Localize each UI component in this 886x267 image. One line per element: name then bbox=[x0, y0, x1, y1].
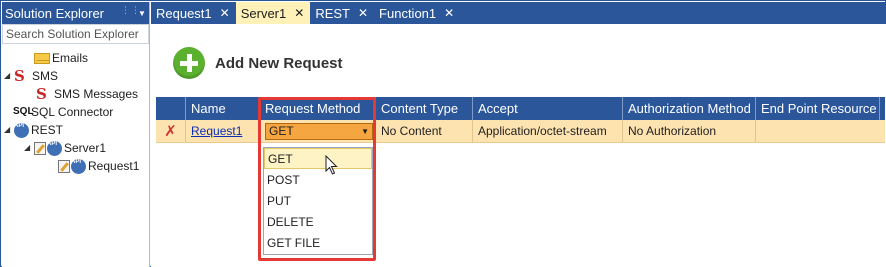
tab-label: Function1 bbox=[379, 5, 437, 21]
app-window: Solution Explorer ⋮⋮ ▼ Emails ◢ S SMS S … bbox=[0, 0, 886, 267]
cell-accept[interactable]: Application/octet-stream bbox=[473, 120, 623, 142]
collapse-icon[interactable]: ◢ bbox=[24, 143, 30, 152]
cell-content-type[interactable]: No Content bbox=[376, 120, 473, 142]
tree-item-sql-connector[interactable]: SQL SQL Connector bbox=[13, 103, 113, 121]
tab-label: Server1 bbox=[240, 5, 287, 21]
tree-item-label: REST bbox=[31, 123, 64, 137]
tab-rest[interactable]: REST ✕ bbox=[310, 2, 374, 24]
mail-icon bbox=[34, 52, 50, 64]
api-icon: API bbox=[47, 140, 62, 156]
close-icon[interactable]: ✕ bbox=[294, 6, 304, 20]
add-new-request-button[interactable]: Add New Request bbox=[173, 47, 343, 79]
api-icon: API bbox=[71, 158, 86, 174]
column-header-name[interactable]: Name bbox=[186, 97, 260, 120]
tree-item-sms[interactable]: S SMS bbox=[14, 67, 58, 85]
dropdown-option-delete[interactable]: DELETE bbox=[264, 211, 372, 232]
grid-header: Name Request Method Content Type Accept … bbox=[156, 97, 885, 120]
column-header-request-method[interactable]: Request Method bbox=[260, 97, 376, 120]
close-icon[interactable]: ✕ bbox=[444, 6, 454, 20]
request-method-value: GET bbox=[269, 124, 294, 138]
request-method-dropdown: GET POST PUT DELETE GET FILE bbox=[263, 147, 373, 255]
solution-explorer-title: Solution Explorer bbox=[5, 5, 104, 21]
collapse-icon[interactable]: ◢ bbox=[4, 71, 10, 80]
sms-icon: S bbox=[14, 67, 25, 85]
tree-item-label: Emails bbox=[52, 51, 89, 65]
close-icon[interactable]: ✕ bbox=[220, 6, 230, 20]
requests-grid: Name Request Method Content Type Accept … bbox=[156, 97, 885, 143]
tree-item-rest[interactable]: API REST bbox=[14, 121, 63, 139]
tab-label: REST bbox=[315, 5, 350, 21]
dropdown-option-post[interactable]: POST bbox=[264, 169, 372, 190]
table-row[interactable]: ✗ Request1 GET ▼ No Content Application/… bbox=[156, 120, 885, 143]
column-header-authorization-method[interactable]: Authorization Method bbox=[623, 97, 756, 120]
document-tabs: Request1 ✕ Server1 ✕ REST ✕ Function1 ✕ bbox=[151, 2, 886, 24]
tree-item-request1[interactable]: API Request1 bbox=[58, 157, 139, 175]
server-editor: Add New Request Name Request Method Cont… bbox=[151, 24, 886, 267]
tab-server1[interactable]: Server1 ✕ bbox=[235, 2, 311, 24]
chevron-down-icon: ▼ bbox=[361, 126, 369, 136]
tab-request1[interactable]: Request1 ✕ bbox=[151, 2, 236, 24]
cell-authorization-method[interactable]: No Authorization bbox=[623, 120, 756, 142]
tree-item-server1[interactable]: API Server1 bbox=[34, 139, 106, 157]
edit-icon bbox=[58, 159, 70, 173]
delete-icon: ✗ bbox=[164, 123, 177, 140]
solution-explorer-header: Solution Explorer ⋮⋮ ▼ bbox=[2, 2, 149, 24]
solution-explorer-panel: Solution Explorer ⋮⋮ ▼ Emails ◢ S SMS S … bbox=[2, 2, 150, 267]
close-icon[interactable]: ✕ bbox=[358, 6, 368, 20]
dropdown-option-get-file[interactable]: GET FILE bbox=[264, 232, 372, 253]
grid-right-divider bbox=[879, 97, 880, 120]
request-name-link[interactable]: Request1 bbox=[191, 124, 242, 138]
delete-row-button[interactable]: ✗ bbox=[156, 120, 186, 142]
column-header-actions bbox=[156, 97, 186, 120]
add-new-request-label: Add New Request bbox=[215, 54, 343, 72]
dropdown-option-get[interactable]: GET bbox=[264, 148, 372, 169]
tree-item-label: SQL Connector bbox=[31, 105, 114, 119]
cell-name: Request1 bbox=[186, 120, 260, 142]
collapse-icon[interactable]: ◢ bbox=[4, 125, 10, 134]
tree-item-label: Server1 bbox=[64, 141, 107, 155]
column-header-end-point-resource[interactable]: End Point Resource bbox=[756, 97, 885, 120]
sql-icon: SQL bbox=[13, 106, 34, 117]
tree-item-emails[interactable]: Emails bbox=[34, 49, 88, 67]
search-input[interactable] bbox=[6, 27, 148, 41]
edit-icon bbox=[34, 141, 46, 155]
cell-end-point-resource[interactable] bbox=[756, 120, 885, 142]
tree-item-label: SMS Messages bbox=[54, 87, 139, 101]
solution-explorer-search[interactable] bbox=[2, 24, 149, 44]
column-header-content-type[interactable]: Content Type bbox=[376, 97, 473, 120]
pointer-cursor-icon bbox=[325, 155, 338, 175]
grip-icon[interactable]: ⋮⋮ bbox=[121, 6, 140, 19]
tree-item-label: SMS bbox=[32, 69, 59, 83]
dropdown-option-put[interactable]: PUT bbox=[264, 190, 372, 211]
cell-request-method: GET ▼ bbox=[260, 120, 376, 142]
tab-label: Request1 bbox=[156, 5, 212, 21]
api-icon: API bbox=[14, 122, 29, 138]
sms-icon: S bbox=[36, 85, 47, 103]
tab-function1[interactable]: Function1 ✕ bbox=[374, 2, 460, 24]
tree-item-sms-messages[interactable]: S SMS Messages bbox=[36, 85, 138, 103]
request-method-select[interactable]: GET ▼ bbox=[265, 122, 373, 140]
tree-item-label: Request1 bbox=[88, 159, 140, 173]
plus-icon bbox=[173, 47, 205, 79]
solution-tree: Emails ◢ S SMS S SMS Messages SQL SQL Co… bbox=[2, 44, 149, 264]
column-header-accept[interactable]: Accept bbox=[473, 97, 623, 120]
